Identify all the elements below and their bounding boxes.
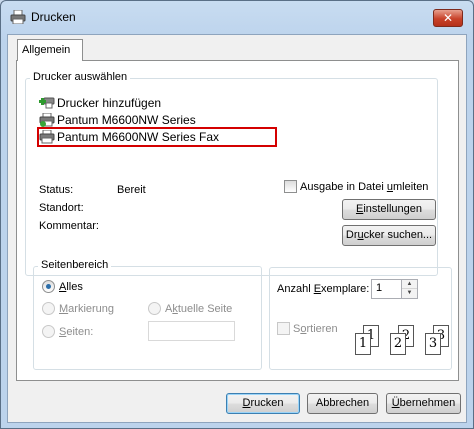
print-to-file-label[interactable]: Ausgabe in Datei umleiten xyxy=(300,181,428,193)
status-label: Status: xyxy=(39,184,74,196)
settings-button[interactable]: Einstellungen xyxy=(342,199,436,220)
find-printer-button[interactable]: Drucker suchen... xyxy=(342,225,436,246)
chevron-down-icon[interactable]: ▼ xyxy=(402,289,417,298)
copies-label: Anzahl Exemplare: xyxy=(277,283,370,295)
printer-item-label: Pantum M6600NW Series Fax xyxy=(57,130,220,144)
cancel-button[interactable]: Abbrechen xyxy=(307,393,378,414)
printer-item-pantum[interactable]: Pantum M6600NW Series xyxy=(39,112,196,128)
page-range-legend: Seitenbereich xyxy=(38,259,112,271)
tab-panel: Drucker auswählen Drucker hinzufügen Pan… xyxy=(16,60,459,381)
range-pages-label[interactable]: Seiten: xyxy=(59,326,93,338)
title-bar[interactable]: Drucken ✕ xyxy=(1,1,473,31)
chevron-up-icon[interactable]: ▲ xyxy=(402,280,417,289)
printer-icon xyxy=(10,10,26,24)
printer-icon xyxy=(39,113,55,127)
print-button[interactable]: Drucken xyxy=(226,393,300,414)
collate-page: 1 xyxy=(355,333,371,355)
range-all-label[interactable]: Alles xyxy=(59,281,83,293)
printer-item-pantum-fax[interactable]: Pantum M6600NW Series Fax xyxy=(36,127,278,147)
print-dialog-window: Drucken ✕ Allgemein Drucker auswählen Dr… xyxy=(0,0,474,429)
collate-page: 2 xyxy=(390,333,406,355)
fax-printer-icon xyxy=(39,130,55,144)
printer-item-label: Drucker hinzufügen xyxy=(57,96,162,110)
range-selection-label[interactable]: Markierung xyxy=(59,303,114,315)
range-pages-radio[interactable] xyxy=(42,325,55,338)
printer-item-label: Pantum M6600NW Series xyxy=(57,113,196,127)
range-current-page-radio[interactable] xyxy=(148,302,161,315)
print-to-file-checkbox[interactable] xyxy=(284,180,297,193)
location-label: Standort: xyxy=(39,202,84,214)
close-button[interactable]: ✕ xyxy=(433,9,463,27)
printer-item-add[interactable]: Drucker hinzufügen xyxy=(39,95,161,111)
collate-page: 3 xyxy=(425,333,441,355)
tab-allgemein[interactable]: Allgemein xyxy=(17,39,83,61)
range-current-page-label[interactable]: Aktuelle Seite xyxy=(165,303,232,315)
printer-group-legend: Drucker auswählen xyxy=(30,71,131,83)
status-value: Bereit xyxy=(117,184,146,196)
copies-spinner[interactable]: ▲ ▼ xyxy=(401,280,417,298)
range-all-radio[interactable] xyxy=(42,280,55,293)
dialog-client-area: Allgemein Drucker auswählen Drucker hinz… xyxy=(7,34,467,423)
apply-button[interactable]: Übernehmen xyxy=(386,393,461,414)
comment-label: Kommentar: xyxy=(39,220,99,232)
pages-input[interactable] xyxy=(148,321,235,341)
add-printer-icon xyxy=(39,97,55,109)
window-title: Drucken xyxy=(31,10,76,24)
range-selection-radio[interactable] xyxy=(42,302,55,315)
collate-label[interactable]: Sortieren xyxy=(293,323,338,335)
collate-checkbox[interactable] xyxy=(277,322,290,335)
